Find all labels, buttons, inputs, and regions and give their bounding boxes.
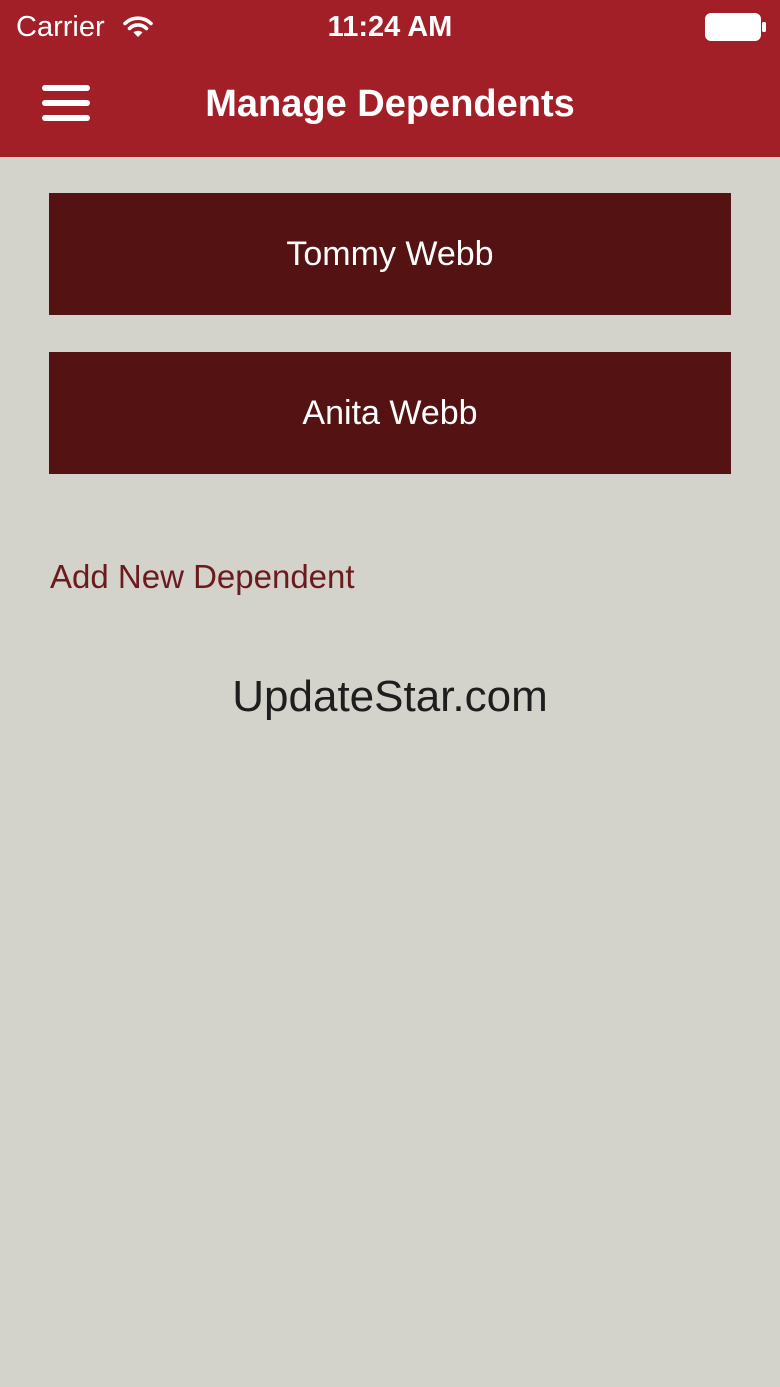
page-title: Manage Dependents [205, 83, 575, 125]
app-header: Carrier 11:24 AM Manage Dependents [0, 0, 780, 157]
dependent-button-anita-webb[interactable]: Anita Webb [49, 352, 731, 474]
dependent-name: Tommy Webb [286, 234, 494, 273]
status-time: 11:24 AM [327, 11, 453, 43]
dependent-button-tommy-webb[interactable]: Tommy Webb [49, 193, 731, 315]
dependent-name: Anita Webb [302, 393, 478, 432]
battery-icon [705, 13, 766, 41]
navigation-bar: Manage Dependents [0, 54, 780, 157]
add-new-dependent-link[interactable]: Add New Dependent [50, 556, 355, 598]
watermark-text: UpdateStar.com [232, 672, 548, 721]
status-bar: Carrier 11:24 AM [0, 0, 780, 54]
